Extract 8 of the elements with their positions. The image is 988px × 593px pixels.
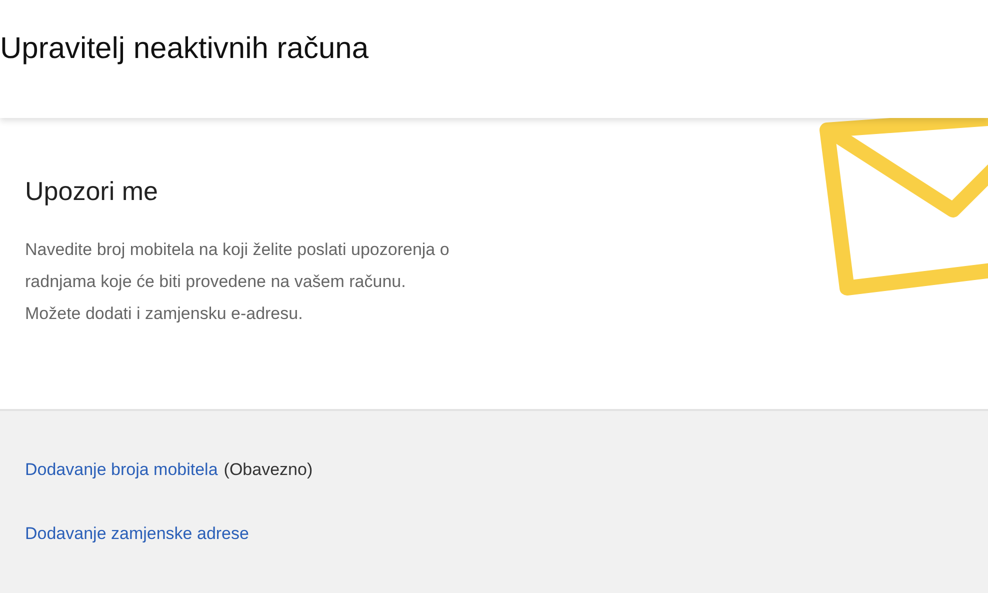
description-text: Navedite broj mobitela na koji želite poslati upozorenja o (25, 239, 450, 261)
required-note: (Obavezno) (224, 459, 313, 481)
page-title: Upravitelj neaktivnih računa (0, 34, 369, 64)
section-heading: Upozori me (25, 178, 159, 204)
action-link[interactable]: Dodavanje zamjenske adrese (25, 523, 249, 545)
description-text: Možete dodati i zamjensku e-adresu. (25, 303, 304, 325)
description-text: radnjama koje će biti provedene na vašem računu. (25, 271, 407, 293)
action-link[interactable]: Dodavanje broja mobitela (25, 459, 218, 481)
